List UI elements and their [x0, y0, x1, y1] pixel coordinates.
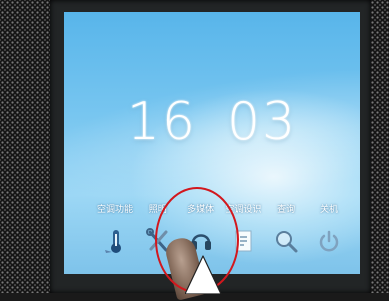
- thermometer-icon: [102, 228, 128, 254]
- menu-item-query[interactable]: 查询: [265, 204, 307, 254]
- power-icon: [316, 228, 342, 254]
- menu-item-shutdown[interactable]: 关机: [308, 204, 350, 254]
- pointer-arrow-icon: [185, 255, 222, 294]
- menu-item-label: 关机: [319, 205, 338, 215]
- menu-item-label: 查询: [277, 205, 296, 215]
- menu-item-ac-function[interactable]: 空调功能: [94, 204, 136, 254]
- search-icon: [273, 228, 299, 254]
- clock-display: 16 03: [64, 92, 360, 152]
- clock-hours: 16: [126, 92, 197, 152]
- clock-minutes: 03: [227, 92, 298, 152]
- menu-item-label: 空调功能: [96, 205, 133, 215]
